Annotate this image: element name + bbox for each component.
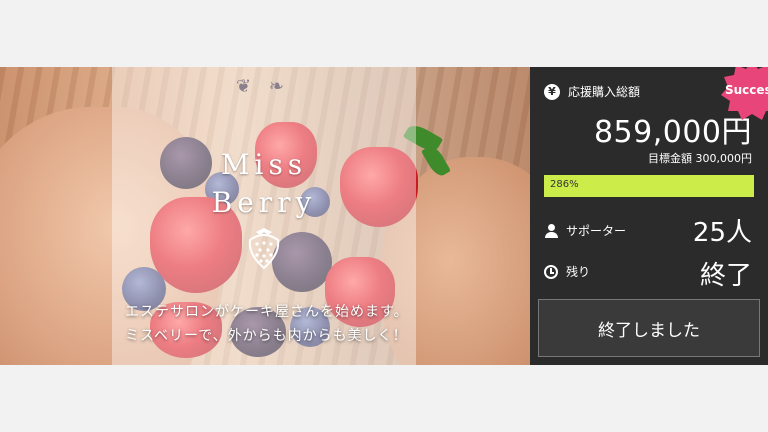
remaining-label: 残り (566, 265, 591, 279)
logo-text-berry: Berry (211, 186, 317, 219)
supporters-count: 25人 (692, 218, 752, 248)
success-badge: Success (725, 83, 768, 97)
remaining-label-row: 残り (544, 263, 590, 280)
remaining-value: 終了 (699, 261, 752, 291)
logo-text-miss: Miss (220, 148, 308, 181)
target-amount: 目標金額 300,000円 (648, 152, 752, 165)
strawberry-logo-icon (248, 228, 280, 270)
hero-caption-line2: ミスベリーで、外からも内からも美しく！ (125, 328, 408, 344)
amount-label-row: ¥ 応援購入総額 (544, 83, 640, 100)
project-ended-button[interactable]: 終了しました (538, 299, 760, 357)
amount-label: 応援購入総額 (568, 85, 641, 99)
hero-caption-line1: エステサロンがケーキ屋さんを始めます。 (125, 304, 409, 320)
ornament-icon: ❦ ❧ (236, 76, 290, 97)
progress-bar: 286% (544, 175, 754, 197)
supporters-label-row: サポーター (544, 222, 626, 239)
person-icon (544, 223, 558, 238)
clock-icon (544, 264, 558, 279)
funding-panel: ¥ 応援購入総額 859,000円 目標金額 300,000円 286% サポー… (530, 67, 768, 365)
project-card: ❦ ❧ Miss Berry エステサロンがケーキ屋さんを始めます。 ミスベリー… (0, 0, 768, 432)
yen-icon: ¥ (544, 83, 560, 100)
supporters-label: サポーター (566, 224, 627, 238)
progress-percent: 286% (550, 179, 579, 190)
